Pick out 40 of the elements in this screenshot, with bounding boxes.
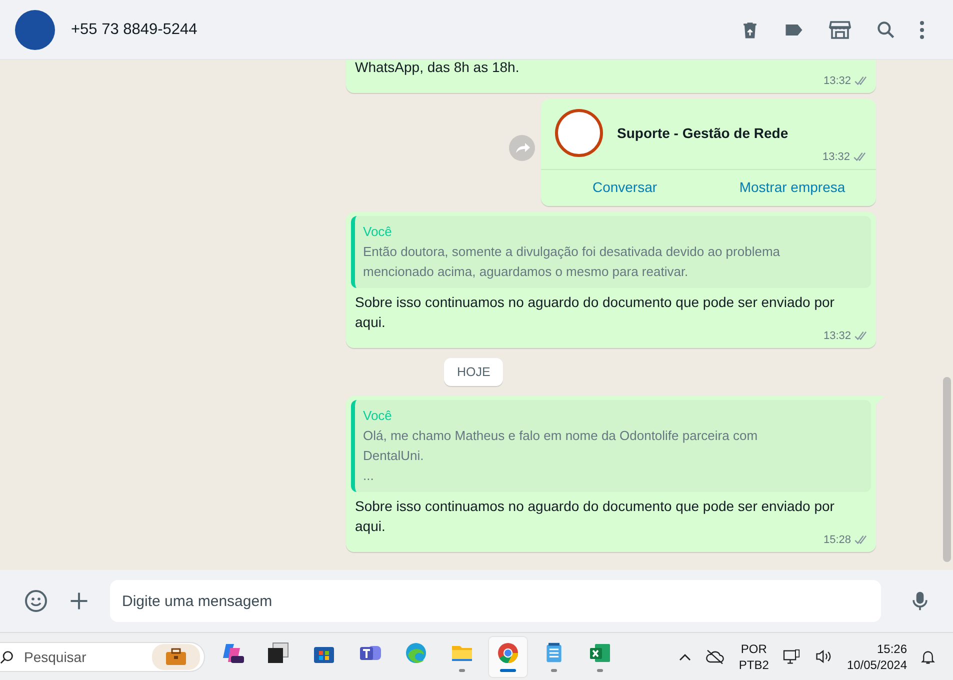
quote-text: Então doutora, somente a divulgação foi desativada devido ao problema mencionado acima, aguardamos o mesmo para reativar. [363, 243, 782, 281]
message-text: Sobre isso continuamos no aguardo do documento que pode ser enviado por aqui. [354, 497, 836, 535]
message-text: Sobre isso continuamos no aguardo do documento que pode ser enviado por aqui. [354, 293, 836, 331]
language-indicator[interactable]: POR PTB2 [738, 640, 769, 672]
briefcase-icon [152, 644, 200, 670]
contact-action-link[interactable]: Conversar [541, 170, 708, 206]
scrollbar-thumb[interactable] [943, 377, 951, 562]
quote-text: Olá, me chamo Matheus e falo em nome da Odontolife parceira com DentalUni. ... [363, 427, 759, 485]
contact-avatar[interactable] [15, 10, 55, 50]
message-time: 13:32 [823, 75, 851, 87]
quoted-message[interactable]: Você Olá, me chamo Matheus e falo em nome da Odontolife parceira com DentalUni. ... [351, 400, 871, 492]
contact-photo-placeholder [555, 109, 603, 157]
window-icon [266, 641, 290, 665]
speaker-icon[interactable] [814, 649, 833, 664]
message-time: 13:32 [822, 151, 850, 163]
browser-swirl-icon [404, 641, 428, 665]
network-icon[interactable] [782, 648, 801, 664]
taskbar-search-field[interactable]: Pesquisar [0, 642, 205, 672]
search-icon [0, 650, 14, 664]
contact-action-link[interactable]: Mostrar empresa [708, 170, 876, 206]
message-input-field[interactable]: Digite uma mensagem [110, 580, 881, 622]
chevron-up-icon[interactable] [678, 652, 691, 660]
copilot-logo-icon [220, 641, 244, 665]
search-icon[interactable] [875, 18, 897, 40]
contact-card-name[interactable]: Suporte - Gestão de Rede [617, 125, 788, 141]
chrome-logo-icon [496, 641, 520, 665]
more-options-icon[interactable] [919, 20, 925, 40]
quote-author: Você [363, 223, 393, 241]
contact-name[interactable]: +55 73 8849-5244 [71, 20, 198, 38]
plus-icon[interactable] [68, 590, 90, 612]
cloud-off-icon[interactable] [704, 648, 725, 664]
quote-author: Você [363, 407, 393, 425]
message-time: 13:32 [823, 330, 851, 342]
emoji-icon[interactable] [24, 589, 48, 613]
clock[interactable]: 15:26 10/05/2024 [846, 640, 907, 672]
quoted-message[interactable]: Você Então doutora, somente a divulgação foi desativada devido ao problema mencionado acima, aguardamos o mesmo para reativar. [351, 216, 871, 288]
message-text: WhatsApp, das 8h as 18h. [354, 60, 520, 77]
spreadsheet-icon [588, 641, 612, 665]
bell-icon[interactable] [921, 648, 935, 664]
message-time: 15:28 [823, 534, 851, 546]
